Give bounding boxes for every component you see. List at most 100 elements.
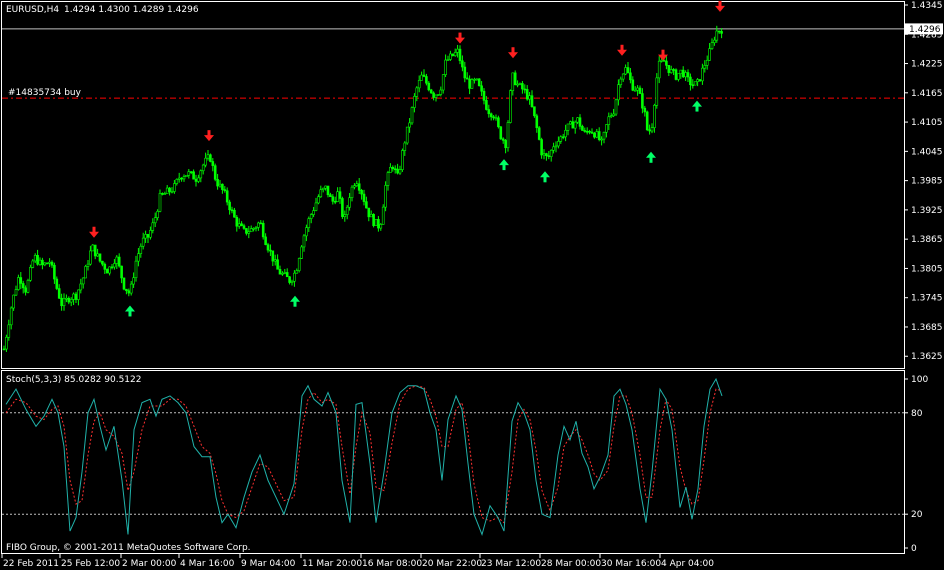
- candle-body: [689, 76, 692, 86]
- candle-body: [312, 210, 315, 215]
- candle-body: [523, 88, 527, 91]
- candle-body: [206, 154, 210, 159]
- candle-body: [715, 30, 719, 41]
- candle-body: [177, 177, 181, 180]
- candle-body: [156, 211, 159, 219]
- candle-body: [235, 216, 239, 227]
- candle-body: [417, 80, 421, 89]
- candle-body: [581, 126, 584, 131]
- candle-body: [129, 283, 133, 294]
- mt4-chart-window[interactable]: 1.43451.42851.42251.41651.41051.40451.39…: [0, 0, 944, 570]
- candle-body: [444, 59, 447, 75]
- candle-body: [571, 121, 575, 129]
- candle-body: [453, 52, 457, 57]
- candle-body: [681, 69, 685, 78]
- candle-body: [69, 299, 73, 303]
- candle-body: [696, 79, 699, 82]
- candle-body: [353, 185, 356, 188]
- candle-body: [578, 117, 582, 127]
- candle-body: [456, 48, 459, 53]
- candle-body: [257, 222, 260, 228]
- candle-body: [14, 289, 18, 296]
- candle-body: [655, 77, 659, 106]
- candle-body: [653, 105, 656, 128]
- candle-body: [482, 90, 486, 101]
- candle-body: [240, 223, 243, 227]
- candle-body: [501, 138, 505, 141]
- candle-body: [549, 149, 553, 157]
- candle-body: [473, 79, 476, 81]
- candle-body: [569, 121, 572, 125]
- candle-body: [542, 153, 546, 156]
- price-tick-label: 1.3925: [911, 206, 943, 216]
- candle-body: [269, 249, 272, 252]
- candle-body: [590, 131, 594, 134]
- candle-body: [626, 67, 630, 74]
- time-tick-label: 22 Feb 2011: [3, 559, 59, 569]
- candle-body: [624, 67, 627, 75]
- symbol-label: EURUSD,H4: [6, 5, 59, 15]
- candle-body: [19, 277, 23, 284]
- price-tick-label: 1.3685: [911, 323, 943, 333]
- candle-body: [261, 222, 265, 238]
- candle-body: [554, 145, 558, 148]
- candle-body: [511, 72, 515, 91]
- time-tick-label: 16 Mar 08:00: [362, 559, 422, 569]
- candle-body: [127, 290, 131, 294]
- candle-body: [105, 269, 109, 274]
- candle-body: [173, 183, 176, 192]
- candle-body: [319, 189, 323, 198]
- candle-body: [218, 183, 222, 187]
- candle-body: [439, 89, 443, 95]
- candle-body: [223, 189, 227, 192]
- time-tick-label: 20 Mar 22:00: [422, 559, 482, 569]
- candle-body: [125, 288, 128, 292]
- candle-body: [669, 69, 673, 73]
- candle-body: [187, 171, 191, 176]
- candle-body: [77, 289, 80, 300]
- time-tick-label: 4 Mar 16:00: [180, 559, 235, 569]
- candle-body: [74, 293, 78, 300]
- candle-body: [216, 179, 219, 187]
- candle-body: [710, 42, 714, 49]
- candle-body: [413, 96, 416, 108]
- candle-body: [410, 107, 414, 124]
- candle-body: [115, 256, 119, 264]
- candle-body: [686, 72, 690, 78]
- candle-body: [67, 297, 71, 303]
- candle-body: [55, 278, 59, 289]
- candle-body: [377, 219, 380, 229]
- candle-body: [120, 265, 123, 279]
- candle-body: [355, 183, 359, 186]
- candle-body: [163, 193, 167, 195]
- candle-body: [209, 154, 212, 162]
- candle-body: [79, 283, 83, 291]
- candle-body: [396, 168, 399, 174]
- candle-body: [247, 231, 251, 234]
- current-price-value: 1.4296: [909, 25, 941, 35]
- candle-body: [341, 198, 344, 217]
- candle-body: [357, 183, 361, 191]
- candle-body: [117, 256, 121, 267]
- candle-body: [605, 124, 608, 133]
- candle-body: [657, 60, 661, 79]
- candle-body: [336, 191, 339, 202]
- candle-body: [588, 130, 591, 133]
- candle-body: [98, 253, 102, 262]
- candle-body: [324, 185, 327, 189]
- candle-body: [60, 297, 63, 307]
- indicator-label: Stoch(5,3,3) 85.0282 90.5122: [6, 375, 141, 385]
- candle-body: [103, 263, 107, 270]
- candle-body: [633, 89, 637, 92]
- candle-body: [7, 324, 11, 338]
- candle-body: [427, 82, 431, 91]
- candle-body: [552, 146, 555, 151]
- candle-body: [21, 283, 25, 289]
- time-tick-label: 28 Mar 00:00: [541, 559, 601, 569]
- candle-body: [305, 227, 308, 237]
- candle-body: [403, 142, 407, 151]
- candle-body: [233, 209, 236, 218]
- candle-body: [585, 130, 589, 133]
- candle-body: [367, 207, 371, 218]
- candle-body: [185, 174, 188, 178]
